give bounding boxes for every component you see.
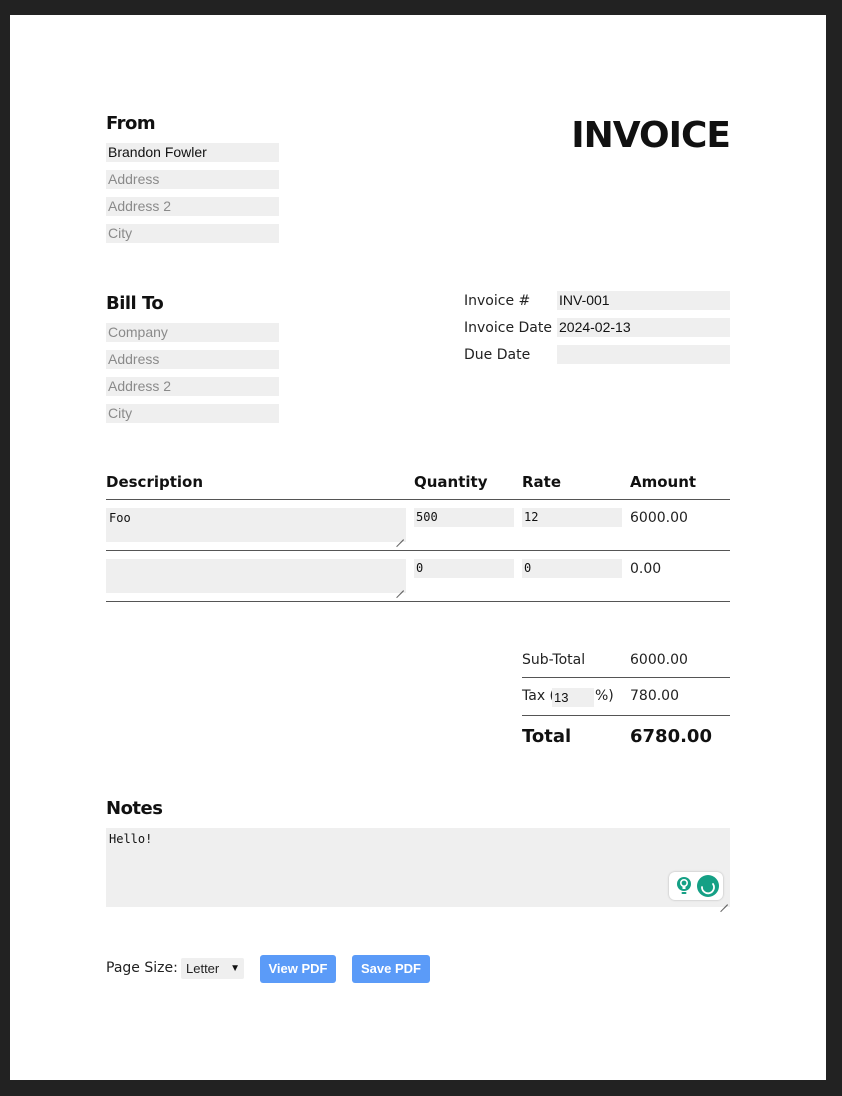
chevron-down-icon: ▼ [230, 963, 240, 974]
invoice-number-label: Invoice # [464, 293, 531, 309]
row-2-rate-input[interactable]: 0 [522, 559, 622, 578]
bill-to-company-input[interactable]: Company [106, 323, 279, 342]
subtotal-value: 6000.00 [630, 652, 688, 668]
page-size-label: Page Size: [106, 960, 178, 976]
bill-to-city-input[interactable]: City [106, 404, 279, 423]
tax-label-suffix: %) [595, 688, 614, 704]
page-size-select[interactable]: Letter ▼ [181, 958, 244, 979]
invoice-date-input[interactable]: 2024-02-13 [557, 318, 730, 337]
col-header-quantity: Quantity [414, 473, 488, 491]
from-address-input[interactable]: Address [106, 170, 279, 189]
invoice-date-label: Invoice Date [464, 320, 552, 336]
table-header-divider [106, 499, 730, 500]
invoice-page: From Brandon Fowler Address Address 2 Ci… [10, 15, 826, 1080]
page-size-selected: Letter [186, 961, 220, 976]
from-heading: From [106, 113, 156, 134]
resize-handle-icon[interactable] [396, 583, 404, 591]
bill-to-heading: Bill To [106, 293, 164, 314]
from-name-input[interactable]: Brandon Fowler [106, 143, 279, 162]
view-pdf-button[interactable]: View PDF [260, 955, 336, 983]
grammarly-icon[interactable] [697, 875, 719, 897]
row-2-quantity-input[interactable]: 0 [414, 559, 514, 578]
tax-value: 780.00 [630, 688, 679, 704]
row-1-amount: 6000.00 [630, 510, 688, 526]
bill-to-address-input[interactable]: Address [106, 350, 279, 369]
col-header-rate: Rate [522, 473, 562, 491]
invoice-title: INVOICE [571, 115, 731, 156]
grammarly-widget[interactable] [669, 872, 723, 900]
subtotal-label: Sub-Total [522, 652, 586, 668]
bill-to-address2-input[interactable]: Address 2 [106, 377, 279, 396]
tax-rate-input[interactable]: 13 [552, 688, 594, 707]
row-1-rate-input[interactable]: 12 [522, 508, 622, 527]
col-header-amount: Amount [630, 473, 697, 491]
resize-handle-icon[interactable] [396, 532, 404, 540]
save-pdf-button[interactable]: Save PDF [352, 955, 430, 983]
due-date-input[interactable] [557, 345, 730, 364]
grammarly-widget-graphic [677, 875, 719, 897]
invoice-number-input[interactable]: INV-001 [557, 291, 730, 310]
row-2-divider [106, 601, 730, 602]
tax-label-prefix: Tax ( [522, 688, 556, 704]
total-label: Total [522, 726, 572, 747]
row-2-description-textarea[interactable] [106, 559, 406, 593]
row-1-description-textarea[interactable]: Foo [106, 508, 406, 542]
from-city-input[interactable]: City [106, 224, 279, 243]
subtotal-divider [522, 677, 730, 678]
notes-textarea[interactable]: Hello! [106, 828, 730, 907]
tax-divider [522, 715, 730, 716]
notes-heading: Notes [106, 798, 163, 819]
lightbulb-icon[interactable] [677, 877, 691, 894]
row-1-divider [106, 550, 730, 551]
row-2-amount: 0.00 [630, 561, 662, 577]
row-1-quantity-input[interactable]: 500 [414, 508, 514, 527]
due-date-label: Due Date [464, 347, 531, 363]
from-address2-input[interactable]: Address 2 [106, 197, 279, 216]
col-header-description: Description [106, 473, 204, 491]
total-value: 6780.00 [630, 726, 712, 747]
